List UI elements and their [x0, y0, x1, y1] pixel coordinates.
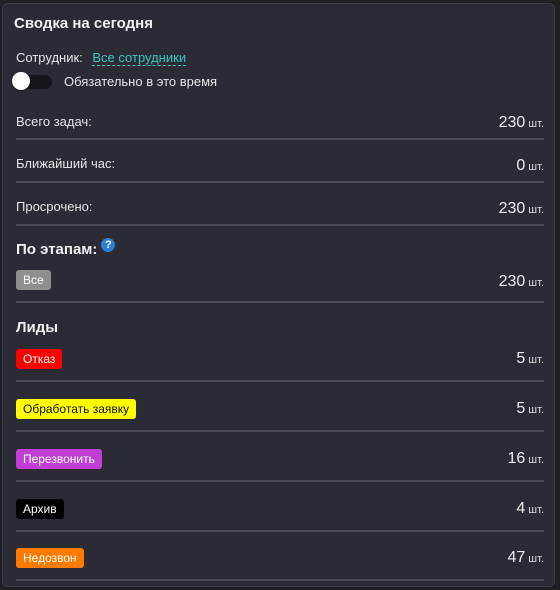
lead-stage-row: Обработать заявку 5 шт.	[16, 397, 544, 432]
toggle-knob	[12, 71, 30, 90]
panel-title: Сводка на сегодня	[14, 15, 153, 32]
stat-value: 16 шт.	[507, 450, 545, 467]
stage-badge[interactable]: Архив	[16, 499, 64, 519]
employee-filter: Сотрудник: Все сотрудники	[16, 50, 187, 66]
stat-label: Ближайший час:	[16, 156, 116, 171]
stage-badge[interactable]: Перезвонить	[16, 449, 102, 469]
stat-value: 47 шт.	[507, 549, 545, 566]
stat-total: Всего задач: 230 шт.	[16, 108, 544, 140]
lead-stage-row: Архив 4 шт.	[16, 497, 544, 532]
stat-value: 230 шт.	[498, 273, 544, 290]
stage-all-badge[interactable]: Все	[16, 270, 51, 290]
leads-heading: Лиды	[16, 319, 59, 336]
stat-label: Всего задач:	[16, 114, 92, 129]
lead-stage-row: Отказ 5 шт.	[16, 347, 544, 382]
employee-select-link[interactable]: Все сотрудники	[92, 50, 187, 66]
stat-value: 0 шт.	[516, 157, 544, 174]
stage-badge[interactable]: Отказ	[16, 349, 63, 369]
stat-next-hour: Ближайший час: 0 шт.	[16, 151, 544, 183]
stages-heading: По этапам:?	[16, 238, 116, 258]
stat-label: Просрочено:	[16, 199, 93, 214]
stat-overdue: Просрочено: 230 шт.	[16, 194, 544, 226]
lead-stage-row: Недозвон 47 шт.	[16, 546, 544, 581]
stat-value: 230 шт.	[498, 200, 544, 217]
lead-stage-row: Перезвонить 16 шт.	[16, 447, 544, 482]
required-time-filter: Обязательно в это время	[12, 71, 218, 90]
toggle-label: Обязательно в это время	[64, 74, 218, 89]
summary-panel: Сводка на сегодня Сотрудник: Все сотрудн…	[2, 3, 555, 587]
stat-value: 5 шт.	[516, 350, 544, 367]
stage-badge[interactable]: Недозвон	[16, 548, 84, 568]
stat-value: 5 шт.	[516, 400, 544, 417]
stat-value: 4 шт.	[516, 500, 544, 517]
stat-value: 230 шт.	[498, 114, 544, 131]
employee-label: Сотрудник:	[16, 50, 83, 65]
stage-badge[interactable]: Обработать заявку	[16, 399, 137, 419]
stage-all: Все 230 шт.	[16, 268, 544, 303]
help-icon[interactable]: ?	[101, 238, 116, 252]
required-time-toggle[interactable]	[12, 71, 52, 90]
